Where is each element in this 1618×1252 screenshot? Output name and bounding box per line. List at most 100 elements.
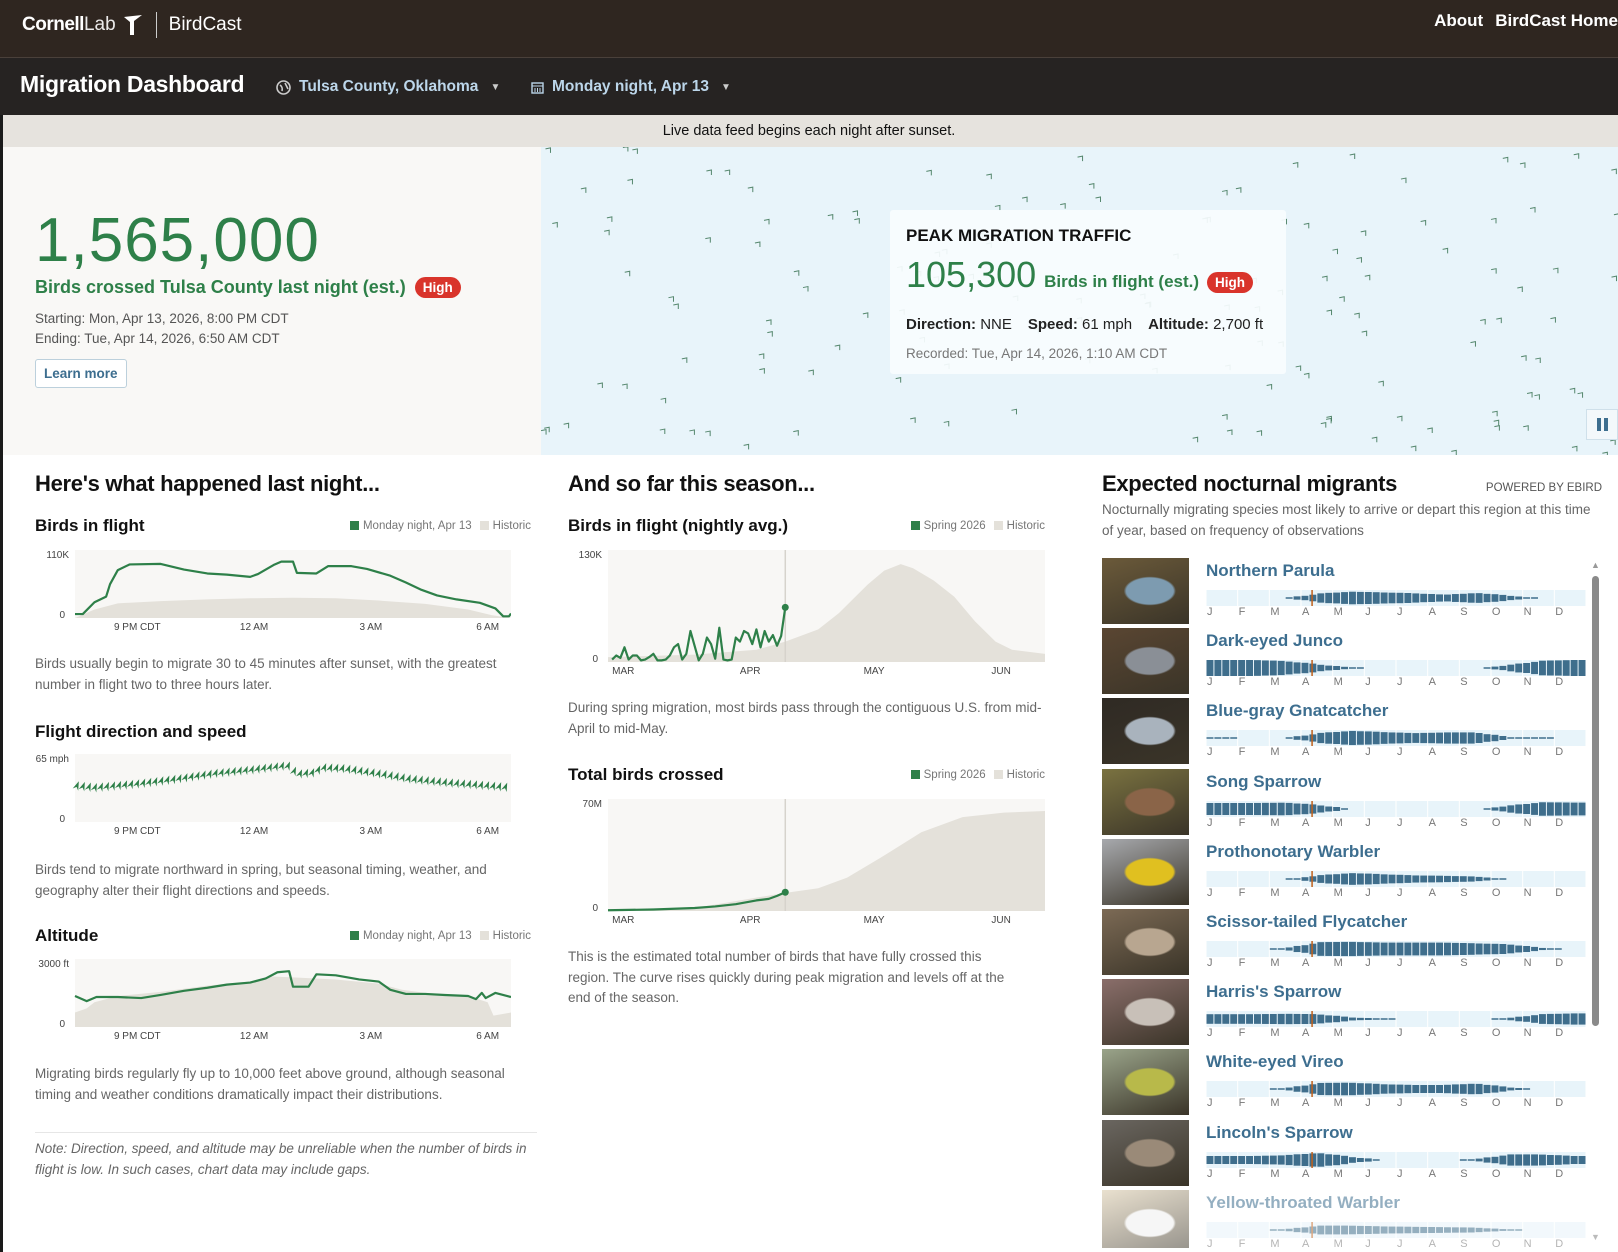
week-frequency-bar	[1269, 1014, 1277, 1025]
week-frequency-bar	[1372, 732, 1380, 745]
month-background	[1554, 1081, 1586, 1098]
species-row[interactable]: Northern Parula J F M A M J J A S O N D	[1102, 558, 1602, 624]
month-background	[1238, 941, 1269, 957]
bird-glyph-icon	[1442, 247, 1449, 254]
species-row[interactable]: White-eyed Vireo J F M A M J J A S O N D	[1102, 1049, 1602, 1116]
location-dropdown[interactable]: Tulsa County, Oklahoma ▼	[276, 78, 500, 96]
species-photo[interactable]	[1102, 909, 1189, 975]
bird-glyph-icon	[681, 357, 688, 363]
bird-glyph-icon	[606, 216, 613, 222]
species-name-link[interactable]: Harris's Sparrow	[1206, 982, 1341, 1002]
species-name-link[interactable]: Blue-gray Gnatcatcher	[1206, 701, 1388, 721]
bird-glyph-icon	[759, 368, 765, 374]
species-name-link[interactable]: Dark-eyed Junco	[1206, 631, 1343, 651]
species-row[interactable]: Blue-gray Gnatcatcher J F M A M J J A S O N D	[1102, 698, 1602, 765]
species-row[interactable]: Scissor-tailed Flycatcher J F M A M J J A S O N D	[1102, 909, 1602, 975]
week-frequency-bar	[1459, 593, 1467, 603]
x-tick-label: MAR	[612, 915, 634, 926]
species-photo[interactable]	[1102, 698, 1189, 765]
week-frequency-bar	[1309, 594, 1317, 602]
learn-more-button[interactable]: Learn more	[35, 359, 127, 388]
species-row[interactable]: Prothonotary Warbler J F M A M J J A S O N D	[1102, 838, 1602, 905]
peak-number: 105,300	[906, 254, 1037, 295]
legend-historic-label: Historic	[1006, 769, 1045, 781]
scroll-up-icon[interactable]: ▲	[1591, 560, 1600, 570]
nav-birdcast-home[interactable]: BirdCast Home	[1495, 11, 1618, 31]
month-label: S	[1460, 1237, 1468, 1248]
pause-button[interactable]	[1586, 409, 1618, 440]
month-background	[1554, 870, 1586, 887]
date-dropdown[interactable]: Monday night, Apr 13 ▼	[531, 78, 731, 96]
species-photo[interactable]	[1102, 628, 1189, 695]
scrollbar-thumb[interactable]	[1592, 576, 1599, 1026]
month-label: D	[1555, 746, 1564, 759]
month-background	[1396, 1151, 1428, 1168]
week-frequency-bar	[1269, 948, 1277, 950]
nav-about[interactable]: About	[1434, 11, 1483, 31]
cornell-lab-birdcast-logo[interactable]: Cornell Lab BirdCast	[22, 12, 242, 38]
week-frequency-bar	[1293, 878, 1301, 880]
scroll-down-icon[interactable]: ▼	[1591, 1232, 1600, 1242]
species-photo[interactable]	[1102, 558, 1189, 624]
species-name-link[interactable]: Scissor-tailed Flycatcher	[1206, 912, 1407, 932]
legend-historic-label: Historic	[492, 930, 531, 942]
week-frequency-bar	[1317, 942, 1325, 956]
week-frequency-bar	[1523, 803, 1531, 814]
week-frequency-bar	[1515, 663, 1523, 673]
frequency-chart	[1206, 660, 1586, 677]
species-row[interactable]: Harris's Sparrow J F M A M J J A S O N D	[1102, 979, 1602, 1046]
week-frequency-bar	[1539, 1154, 1546, 1165]
week-frequency-bar	[1325, 1153, 1333, 1166]
migration-animation-map[interactable]: PEAK MIGRATION TRAFFIC 105,300 Birds in …	[541, 147, 1618, 455]
week-frequency-bar	[1436, 1085, 1443, 1094]
species-photo[interactable]	[1102, 1189, 1189, 1248]
month-label: M	[1270, 606, 1280, 618]
legend-historic-label: Historic	[1006, 520, 1045, 532]
species-photo[interactable]	[1102, 768, 1189, 835]
week-frequency-bar	[1293, 945, 1301, 953]
bird-glyph-icon	[1451, 449, 1457, 455]
species-photo[interactable]	[1102, 1119, 1189, 1186]
species-name-link[interactable]: Yellow-throated Warbler	[1206, 1193, 1400, 1213]
species-name-link[interactable]: Northern Parula	[1206, 561, 1334, 581]
species-row[interactable]: Dark-eyed Junco J F M A M J J A S O N D	[1102, 628, 1602, 695]
week-frequency-bar	[1206, 802, 1214, 815]
species-list-scrollbar[interactable]: ▲ ▼	[1590, 560, 1600, 1250]
species-name-link[interactable]: Prothonotary Warbler	[1206, 842, 1380, 862]
week-frequency-bar	[1499, 1086, 1507, 1092]
species-photo[interactable]	[1102, 1049, 1189, 1116]
calendar-icon	[531, 81, 544, 94]
species-photo[interactable]	[1102, 979, 1189, 1046]
week-frequency-bar	[1475, 1158, 1483, 1161]
week-frequency-bar	[1570, 1013, 1578, 1025]
species-row[interactable]: Yellow-throated Warbler J F M A M J J A S O N D	[1102, 1189, 1602, 1248]
bird-glyph-icon	[724, 169, 731, 176]
week-frequency-bar	[1539, 737, 1546, 740]
species-row[interactable]: Song Sparrow J F M A M J J A S O N D	[1102, 768, 1602, 835]
week-frequency-bar	[1309, 1014, 1317, 1025]
week-frequency-bar	[1317, 805, 1325, 813]
bird-glyph-icon	[660, 397, 667, 404]
week-frequency-bar	[1396, 732, 1404, 744]
species-name-link[interactable]: White-eyed Vireo	[1206, 1052, 1344, 1072]
species-name-link[interactable]: Lincoln's Sparrow	[1206, 1123, 1353, 1143]
week-frequency-bar	[1238, 660, 1246, 677]
week-frequency-bar	[1499, 666, 1507, 671]
week-frequency-bar	[1301, 1014, 1309, 1025]
powered-by-ebird[interactable]: POWERED BY EBIRD	[1486, 482, 1602, 494]
month-label: M	[1270, 676, 1280, 689]
month-label: J	[1207, 606, 1213, 618]
week-frequency-bar	[1515, 596, 1523, 600]
bird-glyph-icon	[1611, 275, 1617, 282]
week-frequency-bar	[1269, 1155, 1277, 1164]
month-label: A	[1301, 676, 1310, 689]
week-frequency-bar	[1356, 1157, 1364, 1162]
week-frequency-bar	[1285, 878, 1293, 880]
bird-glyph-icon	[1371, 436, 1378, 443]
species-row[interactable]: Lincoln's Sparrow J F M A M J J A S O N D	[1102, 1119, 1602, 1186]
species-name-link[interactable]: Song Sparrow	[1206, 772, 1321, 792]
species-photo[interactable]	[1102, 838, 1189, 905]
week-frequency-bar	[1459, 943, 1467, 955]
dashboard-bar: Migration Dashboard Tulsa County, Oklaho…	[0, 58, 1618, 115]
month-labels: JFMAMJJASOND	[1206, 1168, 1586, 1180]
